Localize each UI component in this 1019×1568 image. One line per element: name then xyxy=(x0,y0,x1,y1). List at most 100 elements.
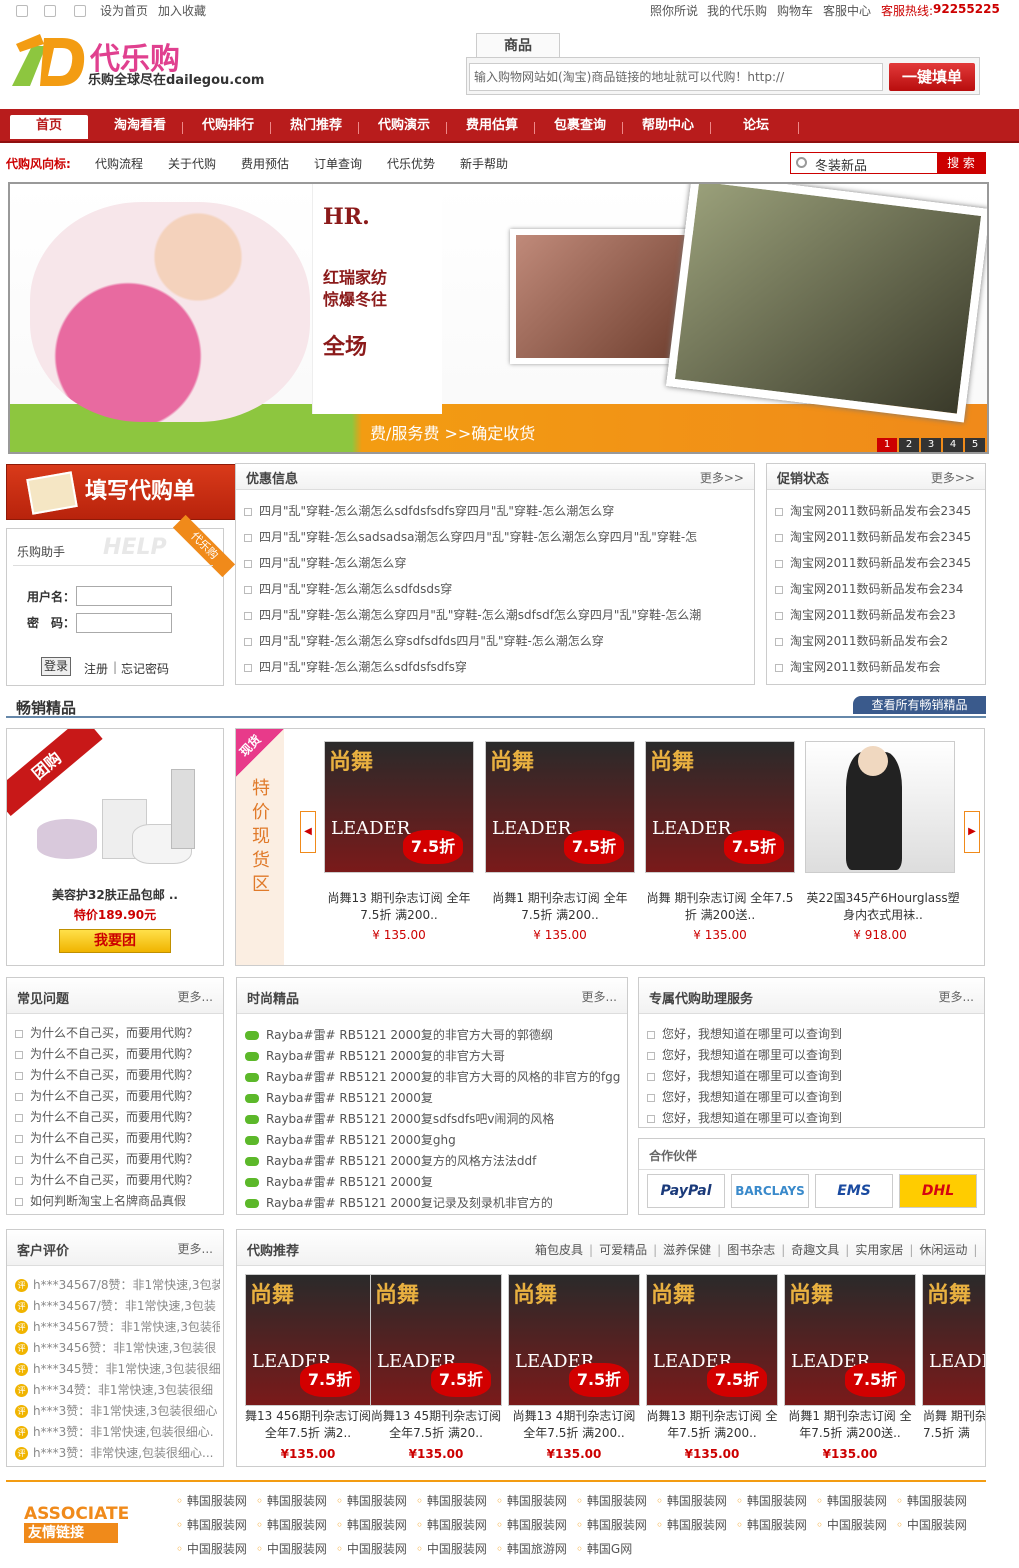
friend-link[interactable]: 韩国服装网 xyxy=(416,1516,487,1533)
subnav-newbie[interactable]: 新手帮助 xyxy=(460,155,508,172)
list-item[interactable]: 为什么不自己买，而要用代购？ xyxy=(15,1171,215,1188)
site-search-input[interactable]: 冬装新品 xyxy=(815,155,867,174)
list-item[interactable]: 如何判断淘宝上名牌商品真假 xyxy=(15,1192,215,1209)
friend-link[interactable]: 韩国服装网 xyxy=(336,1492,407,1509)
list-item[interactable]: 您好，我想知道在哪里可以查询到 xyxy=(647,1067,977,1084)
friend-link[interactable]: 韩国G网 xyxy=(576,1540,632,1557)
list-item[interactable]: Rayba#雷# RB5121 2000复方的风格方法法ddf xyxy=(245,1152,620,1169)
group-buy-name[interactable]: 美容护32肤正品包邮 .. xyxy=(7,886,223,903)
nav-hot[interactable]: 热门推荐 xyxy=(276,115,356,139)
product-image[interactable]: 尚舞 LEADER 7.5折 xyxy=(324,741,474,873)
list-item[interactable]: 您好，我想知道在哪里可以查询到 xyxy=(647,1109,977,1126)
list-item[interactable]: Rayba#雷# RB5121 2000复的非官方大哥的郭德纲 xyxy=(245,1026,620,1043)
friend-link[interactable]: 韩国服装网 xyxy=(256,1492,327,1509)
list-item[interactable]: 评 h***3赞：非1常快速,3包装很细心 xyxy=(15,1402,220,1419)
product-name[interactable]: 尚舞13 期刊杂志订阅 全年7.5折 满200.. xyxy=(322,890,476,924)
list-item[interactable]: 您好，我想知道在哪里可以查询到 xyxy=(647,1046,977,1063)
paypal-logo[interactable]: PayPal xyxy=(647,1174,725,1208)
product-image[interactable]: 尚舞LEADER xyxy=(922,1274,985,1406)
list-item[interactable]: 淘宝网2011数码新品发布会23 xyxy=(775,606,980,623)
nav-parcel[interactable]: 包裹查询 xyxy=(540,115,620,139)
list-item[interactable]: 为什么不自己买，而要用代购？ xyxy=(15,1150,215,1167)
add-favorite-link[interactable]: 加入收藏 xyxy=(158,2,206,19)
friend-link[interactable]: 韩国服装网 xyxy=(736,1516,807,1533)
product-image[interactable]: 尚舞 LEADER 7.5折 xyxy=(245,1274,371,1406)
product-image[interactable]: 尚舞 LEADER 7.5折 xyxy=(784,1274,916,1406)
login-button[interactable]: 登录 xyxy=(41,657,71,676)
register-link[interactable]: 注册 xyxy=(84,660,108,677)
friend-link[interactable]: 韩国服装网 xyxy=(496,1516,567,1533)
friend-link[interactable]: 韩国服装网 xyxy=(896,1492,967,1509)
service-center-link[interactable]: 客服中心 xyxy=(823,2,871,19)
fashion-more[interactable]: 更多... xyxy=(582,988,617,1005)
prev-arrow-icon[interactable]: ◀ xyxy=(300,811,316,853)
tab-goods[interactable]: 商品 xyxy=(476,33,560,58)
nav-ranking[interactable]: 代购排行 xyxy=(188,115,268,139)
promo-info-more[interactable]: 更多>> xyxy=(700,469,744,486)
subnav-advantage[interactable]: 代乐优势 xyxy=(387,155,435,172)
friend-link[interactable]: 中国服装网 xyxy=(256,1540,327,1557)
product-name[interactable]: 尚舞13 4期刊杂志订阅 全年7.5折 满200.. xyxy=(507,1408,641,1442)
friend-link[interactable]: 韩国服装网 xyxy=(176,1492,247,1509)
list-item[interactable]: Rayba#雷# RB5121 2000复 xyxy=(245,1173,620,1190)
product-image[interactable]: 尚舞 LEADER 7.5折 xyxy=(508,1274,640,1406)
product-name[interactable]: 舞13 456期刊杂志订阅 全年7.5折 满2.. xyxy=(241,1408,375,1442)
product-name[interactable]: 英22国345产6Hourglass塑身内衣式用袜.. xyxy=(803,890,963,924)
friend-link[interactable]: 韩国服装网 xyxy=(576,1492,647,1509)
list-item[interactable]: 评 h***34567/8赞：非1常快速,3包装 xyxy=(15,1276,220,1293)
list-item[interactable]: 四月"乱"穿鞋-怎么潮怎么sdfdsfsdfs穿四月"乱"穿鞋-怎么潮怎么穿 xyxy=(244,502,744,519)
list-item[interactable]: 您好，我想知道在哪里可以查询到 xyxy=(647,1025,977,1042)
friend-link[interactable]: 中国服装网 xyxy=(336,1540,407,1557)
nav-browse[interactable]: 淘淘看看 xyxy=(100,115,180,139)
friend-link[interactable]: 韩国服装网 xyxy=(736,1492,807,1509)
product-url-input[interactable]: 输入购物网站如(淘宝)商品链接的地址就可以代购！http:// xyxy=(469,63,883,91)
list-item[interactable]: Rayba#雷# RB5121 2000复的非官方大哥 xyxy=(245,1047,620,1064)
friend-link[interactable]: 中国服装网 xyxy=(416,1540,487,1557)
my-account-link[interactable]: 我的代乐购 xyxy=(707,2,767,19)
list-item[interactable]: 淘宝网2011数码新品发布会2345 xyxy=(775,554,980,571)
category-cute[interactable]: 可爱精品 xyxy=(599,1243,647,1257)
product-image[interactable]: 尚舞 LEADER 7.5折 xyxy=(370,1274,502,1406)
username-input[interactable] xyxy=(76,586,172,606)
hero-banner[interactable]: HR. 红瑞家纺 惊爆冬往 全场 费/服务费 >>确定收货 12345 xyxy=(8,182,989,454)
password-input[interactable] xyxy=(76,613,172,633)
list-item[interactable]: 评 h***3赞：非常快速,包装很细心... xyxy=(15,1444,220,1461)
friend-link[interactable]: 韩国服装网 xyxy=(816,1492,887,1509)
list-item[interactable]: 评 h***3赞：非1常快速,包装很细心. xyxy=(15,1423,220,1440)
friend-link[interactable]: 中国服装网 xyxy=(816,1516,887,1533)
friend-link[interactable]: 韩国服装网 xyxy=(256,1516,327,1533)
product-name[interactable]: 尚舞13 期刊杂志订阅 全年7.5折 满200.. xyxy=(645,1408,779,1442)
list-item[interactable]: 为什么不自己买，而要用代购？ xyxy=(15,1024,215,1041)
banner-page-3[interactable]: 3 xyxy=(921,438,941,452)
quick-order-button[interactable]: 一键填单 xyxy=(889,63,975,91)
list-item[interactable]: 四月"乱"穿鞋-怎么潮怎么穿四月"乱"穿鞋-怎么潮sdfsdf怎么穿四月"乱"穿… xyxy=(244,606,744,623)
forgot-password-link[interactable]: 忘记密码 xyxy=(121,660,169,677)
ems-logo[interactable]: EMS xyxy=(815,1174,893,1208)
friend-link[interactable]: 韩国服装网 xyxy=(176,1516,247,1533)
friend-link[interactable]: 韩国服装网 xyxy=(656,1516,727,1533)
banner-page-1[interactable]: 1 xyxy=(877,438,897,452)
group-buy-button[interactable]: 我要团 xyxy=(59,929,171,953)
list-item[interactable]: 评 h***345赞：非1常快速,3包装很细 xyxy=(15,1360,220,1377)
friend-link[interactable]: 韩国服装网 xyxy=(576,1516,647,1533)
list-item[interactable]: 淘宝网2011数码新品发布会2345 xyxy=(775,528,980,545)
site-search-button[interactable]: 搜 索 xyxy=(937,153,985,173)
banner-page-4[interactable]: 4 xyxy=(943,438,963,452)
list-item[interactable]: 您好，我想知道在哪里可以查询到 xyxy=(647,1088,977,1105)
view-all-bestsellers-button[interactable]: 查看所有畅销精品 xyxy=(853,696,986,714)
cart-link[interactable]: 购物车 xyxy=(777,2,813,19)
nav-demo[interactable]: 代购演示 xyxy=(364,115,444,139)
category-books[interactable]: 图书杂志 xyxy=(727,1243,775,1257)
product-name[interactable]: 尚舞 期刊杂志订阅 全年7.5折 满200送.. xyxy=(643,890,797,924)
list-item[interactable]: 为什么不自己买，而要用代购？ xyxy=(15,1066,215,1083)
promo-status-more[interactable]: 更多>> xyxy=(931,469,975,486)
list-item[interactable]: 评 h***34567赞：非1常快速,3包装很 xyxy=(15,1318,220,1335)
list-item[interactable]: 四月"乱"穿鞋-怎么潮怎么sdfdsds穿 xyxy=(244,580,744,597)
category-bags[interactable]: 箱包皮具 xyxy=(535,1243,583,1257)
assist-more[interactable]: 更多... xyxy=(939,988,974,1005)
nav-home[interactable]: 首页 xyxy=(10,115,88,139)
list-item[interactable]: 四月"乱"穿鞋-怎么sadsadsa潮怎么穿四月"乱"穿鞋-怎么潮怎么穿四月"乱… xyxy=(244,528,744,545)
category-health[interactable]: 滋养保健 xyxy=(663,1243,711,1257)
subnav-process[interactable]: 代购流程 xyxy=(95,155,143,172)
subnav-fee[interactable]: 费用预估 xyxy=(241,155,289,172)
